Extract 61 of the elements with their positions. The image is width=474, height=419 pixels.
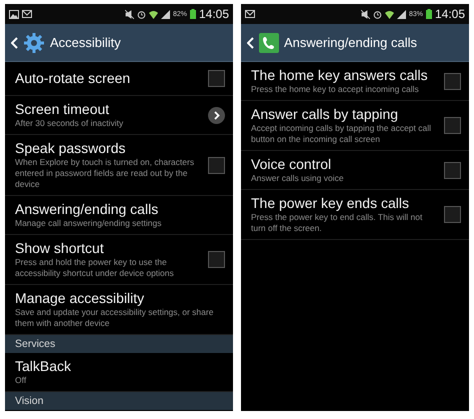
item-title: Answering/ending calls [15, 201, 160, 218]
checkbox[interactable] [208, 251, 225, 268]
picture-icon [9, 10, 19, 18]
clock-time: 14:05 [434, 7, 465, 21]
wifi-icon [148, 10, 158, 18]
item-description: Manage call answering/ending settings [15, 218, 162, 229]
item-description: Off [15, 375, 28, 386]
wifi-icon [384, 10, 394, 18]
item-description: Press the home key to accept incoming calls [251, 84, 420, 95]
item-description: Press the power key to end calls. This will not turn off the screen. [251, 212, 424, 234]
gear-icon [23, 32, 45, 54]
item-title: Voice control [251, 156, 332, 173]
section-header: Services [5, 335, 233, 353]
checkbox[interactable] [444, 117, 461, 134]
signal-icon [160, 10, 170, 18]
item-description: Press and hold the power key to use the accessibility shortcut under device options [15, 257, 175, 279]
settings-item[interactable]: The home key answers calls Press the home key to accept incoming calls [241, 62, 469, 101]
alarm-icon [372, 10, 382, 18]
phone-icon [259, 32, 279, 52]
item-title: The home key answers calls [251, 67, 429, 84]
mail-icon [245, 10, 255, 18]
item-title: The power key ends calls [251, 195, 410, 212]
clock-time: 14:05 [198, 7, 229, 21]
checkbox[interactable] [444, 72, 461, 90]
settings-item[interactable]: Speak passwords When Explore by touch is turned on, characters entered in password fields are read out by the device [5, 135, 233, 196]
settings-item[interactable]: Screen timeout After 30 seconds of inactivity [5, 96, 233, 135]
settings-item[interactable]: Answer calls by tapping Accept incoming calls by tapping the accept call button on the incoming call screen [241, 101, 469, 151]
mute-icon [360, 10, 370, 18]
settings-item[interactable]: Voice control Answer calls using voice [241, 151, 469, 190]
settings-item[interactable]: Answering/ending calls Manage call answering/ending settings [5, 196, 233, 235]
item-description: When Explore by touch is turned on, characters entered in password fields are read out by the device [15, 157, 196, 190]
alarm-icon [136, 10, 146, 18]
item-title: Show shortcut [15, 240, 105, 257]
item-description: Save and update your accessibility settings, or share them with another device [15, 307, 214, 329]
battery-icon [190, 9, 196, 19]
checkbox[interactable] [444, 162, 461, 178]
settings-item[interactable]: The power key ends calls Press the power key to end calls. This will not turn off the screen. [241, 190, 469, 240]
back-icon[interactable] [11, 36, 18, 48]
chevron-icon [208, 106, 225, 124]
item-title: Auto-rotate screen [15, 70, 132, 87]
item-title: Manage accessibility [15, 290, 146, 307]
mute-icon [124, 10, 134, 18]
checkbox[interactable] [208, 156, 225, 174]
item-description: Accept incoming calls by tapping the accept call button on the incoming call screen [251, 123, 432, 145]
settings-item[interactable]: Auto-rotate screen [5, 62, 233, 96]
section-header: Vision [5, 392, 233, 410]
screen-title: Answering/ending calls [284, 35, 417, 50]
screen-title: Accessibility [50, 35, 121, 50]
back-icon[interactable] [247, 36, 254, 48]
item-title: Speak passwords [15, 140, 127, 157]
checkbox[interactable] [444, 206, 461, 223]
item-title: Screen timeout [15, 101, 110, 118]
mail-icon [22, 10, 32, 18]
item-description: Answer calls using voice [251, 173, 345, 184]
signal-icon [396, 10, 406, 18]
settings-item[interactable]: Show shortcut Press and hold the power key to use the accessibility shortcut under device options [5, 235, 233, 285]
item-title: Answer calls by tapping [251, 106, 400, 123]
checkbox[interactable] [208, 70, 225, 87]
item-title: TalkBack [15, 358, 72, 375]
item-description: After 30 seconds of inactivity [15, 118, 124, 129]
battery-icon [426, 9, 432, 19]
